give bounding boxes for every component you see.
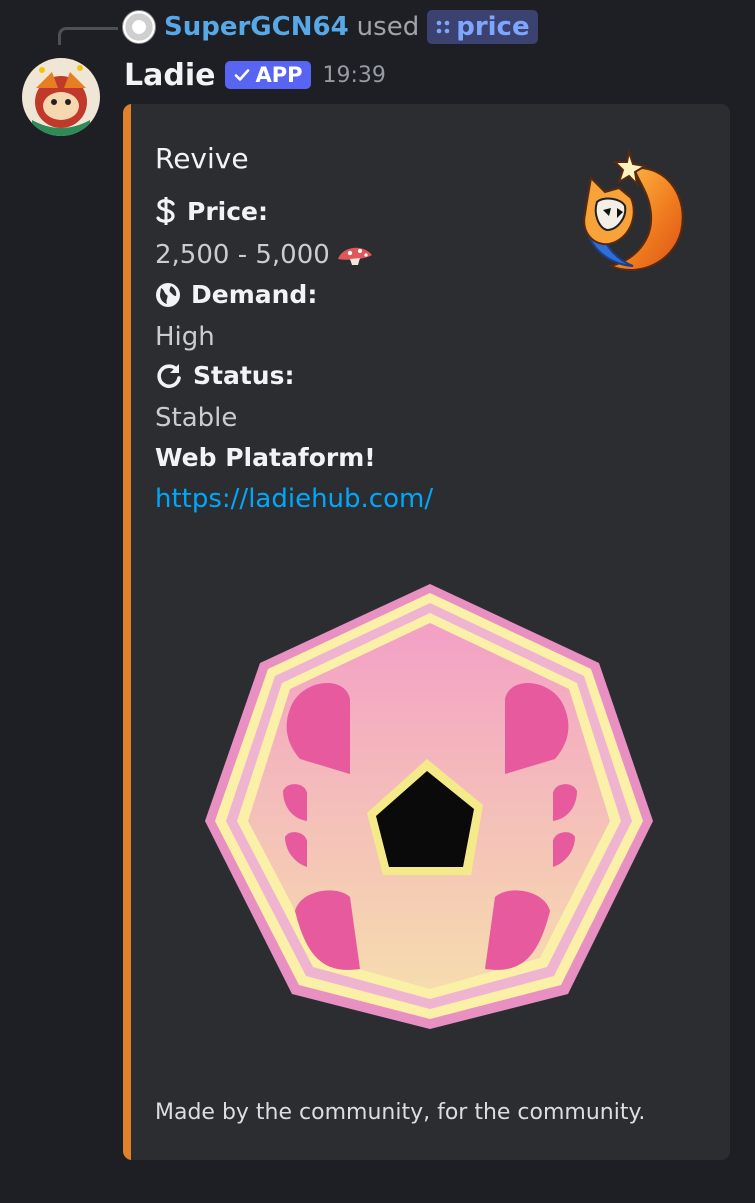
- reply-username[interactable]: SuperGCN64: [164, 12, 349, 42]
- price-field-name: Price:: [155, 196, 268, 226]
- dollar-icon: [156, 197, 175, 225]
- demand-value: High: [155, 322, 215, 352]
- refresh-icon: [157, 363, 181, 388]
- status-field-name: Status:: [155, 361, 294, 390]
- message-header: Ladie APP 19:39: [124, 55, 386, 95]
- price-range: 2,500 - 5,000: [155, 240, 330, 270]
- embed-accent-bar: [123, 104, 131, 1160]
- slash-command-icon: [436, 20, 450, 34]
- app-badge: APP: [225, 61, 311, 89]
- embed-footer: Made by the community, for the community…: [155, 1100, 646, 1125]
- message-timestamp[interactable]: 19:39: [323, 63, 386, 88]
- mushroom-icon: [337, 247, 372, 265]
- price-label: Price:: [187, 196, 268, 226]
- command-name: price: [456, 12, 530, 42]
- promo-heading: Web Plataform!: [155, 443, 376, 472]
- reply-connector-line: [58, 27, 118, 45]
- embed-title: Revive: [155, 142, 249, 175]
- checkmark-icon: [235, 69, 250, 81]
- command-mention[interactable]: price: [427, 10, 538, 44]
- globe-icon: [156, 282, 180, 307]
- price-value: 2,500 - 5,000: [155, 240, 374, 270]
- author-name[interactable]: Ladie: [124, 58, 215, 93]
- reply-action-text: used: [356, 12, 420, 42]
- status-label: Status:: [193, 361, 295, 390]
- website-link[interactable]: https://ladiehub.com/: [155, 484, 433, 514]
- reply-user-avatar[interactable]: [122, 10, 156, 44]
- status-value: Stable: [155, 403, 238, 433]
- embed-thumbnail-logo[interactable]: [573, 148, 691, 280]
- command-reply-context: SuperGCN64 used price: [122, 8, 538, 46]
- demand-field-name: Demand:: [155, 280, 317, 309]
- item-image[interactable]: [195, 579, 665, 1034]
- demand-label: Demand:: [191, 280, 318, 309]
- embed-card: Revive Price: 2,500 - 5,000 Demand: High…: [123, 104, 730, 1160]
- author-avatar[interactable]: [22, 58, 100, 136]
- app-badge-label: APP: [255, 63, 303, 87]
